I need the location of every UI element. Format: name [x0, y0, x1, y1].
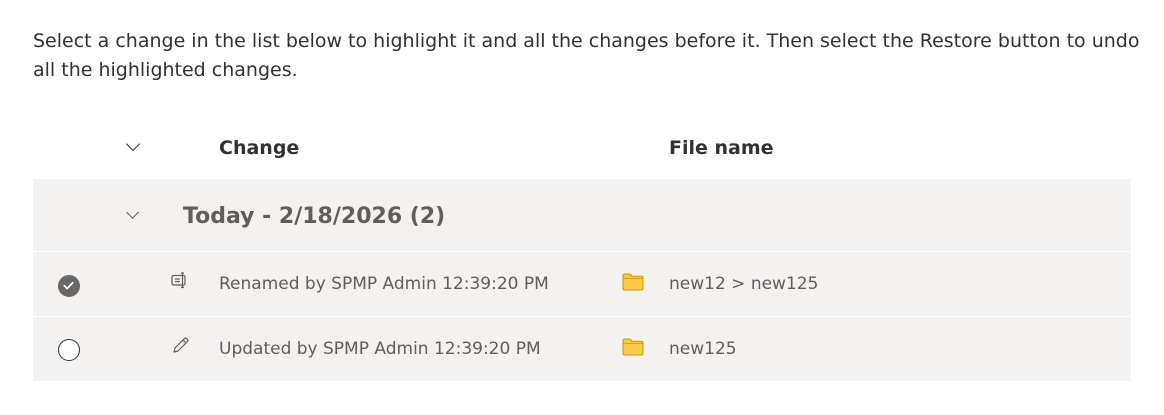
group-collapse-button[interactable] — [123, 206, 143, 227]
table-row[interactable]: Updated by SPMP Admin 12:39:20 PM new125 — [33, 316, 1131, 381]
folder-icon — [621, 272, 645, 292]
change-description: Renamed by SPMP Admin 12:39:20 PM — [219, 274, 549, 294]
chevron-down-icon — [125, 136, 141, 152]
row-checkbox[interactable] — [58, 275, 80, 297]
group-header-row: Today - 2/18/2026 (2) — [33, 179, 1131, 251]
chevron-down-icon — [126, 206, 139, 219]
collapse-all-button[interactable] — [123, 136, 143, 157]
change-description: Updated by SPMP Admin 12:39:20 PM — [219, 339, 541, 359]
group-title: Today - 2/18/2026 (2) — [183, 204, 446, 229]
table-row[interactable]: Renamed by SPMP Admin 12:39:20 PM new12 … — [33, 251, 1131, 316]
checkmark-icon — [63, 281, 74, 290]
list-header-row: Change File name — [33, 115, 1131, 179]
column-header-change[interactable]: Change — [219, 136, 299, 160]
row-checkbox[interactable] — [58, 339, 80, 361]
file-name[interactable]: new125 — [669, 338, 737, 360]
folder-icon — [621, 337, 645, 357]
column-header-file-name[interactable]: File name — [669, 136, 774, 160]
rename-icon — [170, 271, 190, 291]
file-name[interactable]: new12 > new125 — [669, 273, 818, 295]
change-history-list: Change File name Today - 2/18/2026 (2) R — [33, 115, 1131, 381]
pencil-icon — [171, 335, 191, 355]
instructions-text: Select a change in the list below to hig… — [33, 30, 1140, 81]
